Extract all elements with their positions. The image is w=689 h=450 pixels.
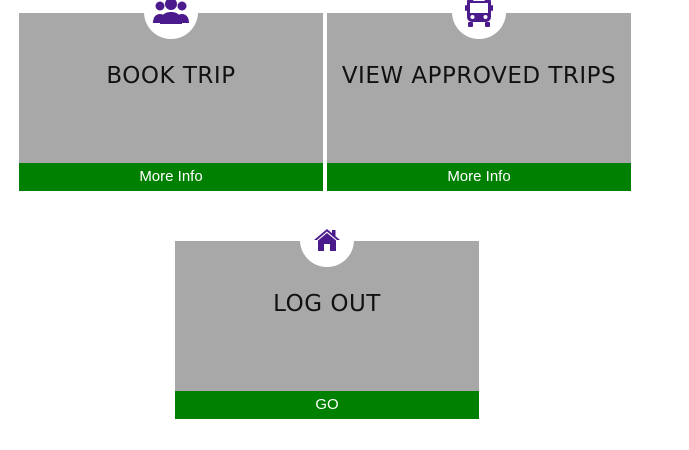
log-out-go-button[interactable]: GO [175,391,479,419]
view-approved-icon-badge [452,0,506,39]
book-trip-icon-badge [144,0,198,39]
book-trip-more-info-button[interactable]: More Info [19,163,323,191]
bus-icon [465,0,493,27]
log-out-icon-badge [300,213,354,267]
users-icon [153,0,189,24]
view-approved-trips-card[interactable]: VIEW APPROVED TRIPS More Info [327,0,631,191]
view-approved-more-info-button[interactable]: More Info [327,163,631,191]
book-trip-title: BOOK TRIP [106,63,236,89]
log-out-card[interactable]: LOG OUT GO [175,213,479,419]
book-trip-card[interactable]: BOOK TRIP More Info [19,0,323,191]
view-approved-trips-title: VIEW APPROVED TRIPS [341,63,617,89]
log-out-title: LOG OUT [273,291,381,317]
dashboard: BOOK TRIP More Info VIEW APPROVED TRIPS … [0,0,689,450]
home-icon [314,229,340,251]
